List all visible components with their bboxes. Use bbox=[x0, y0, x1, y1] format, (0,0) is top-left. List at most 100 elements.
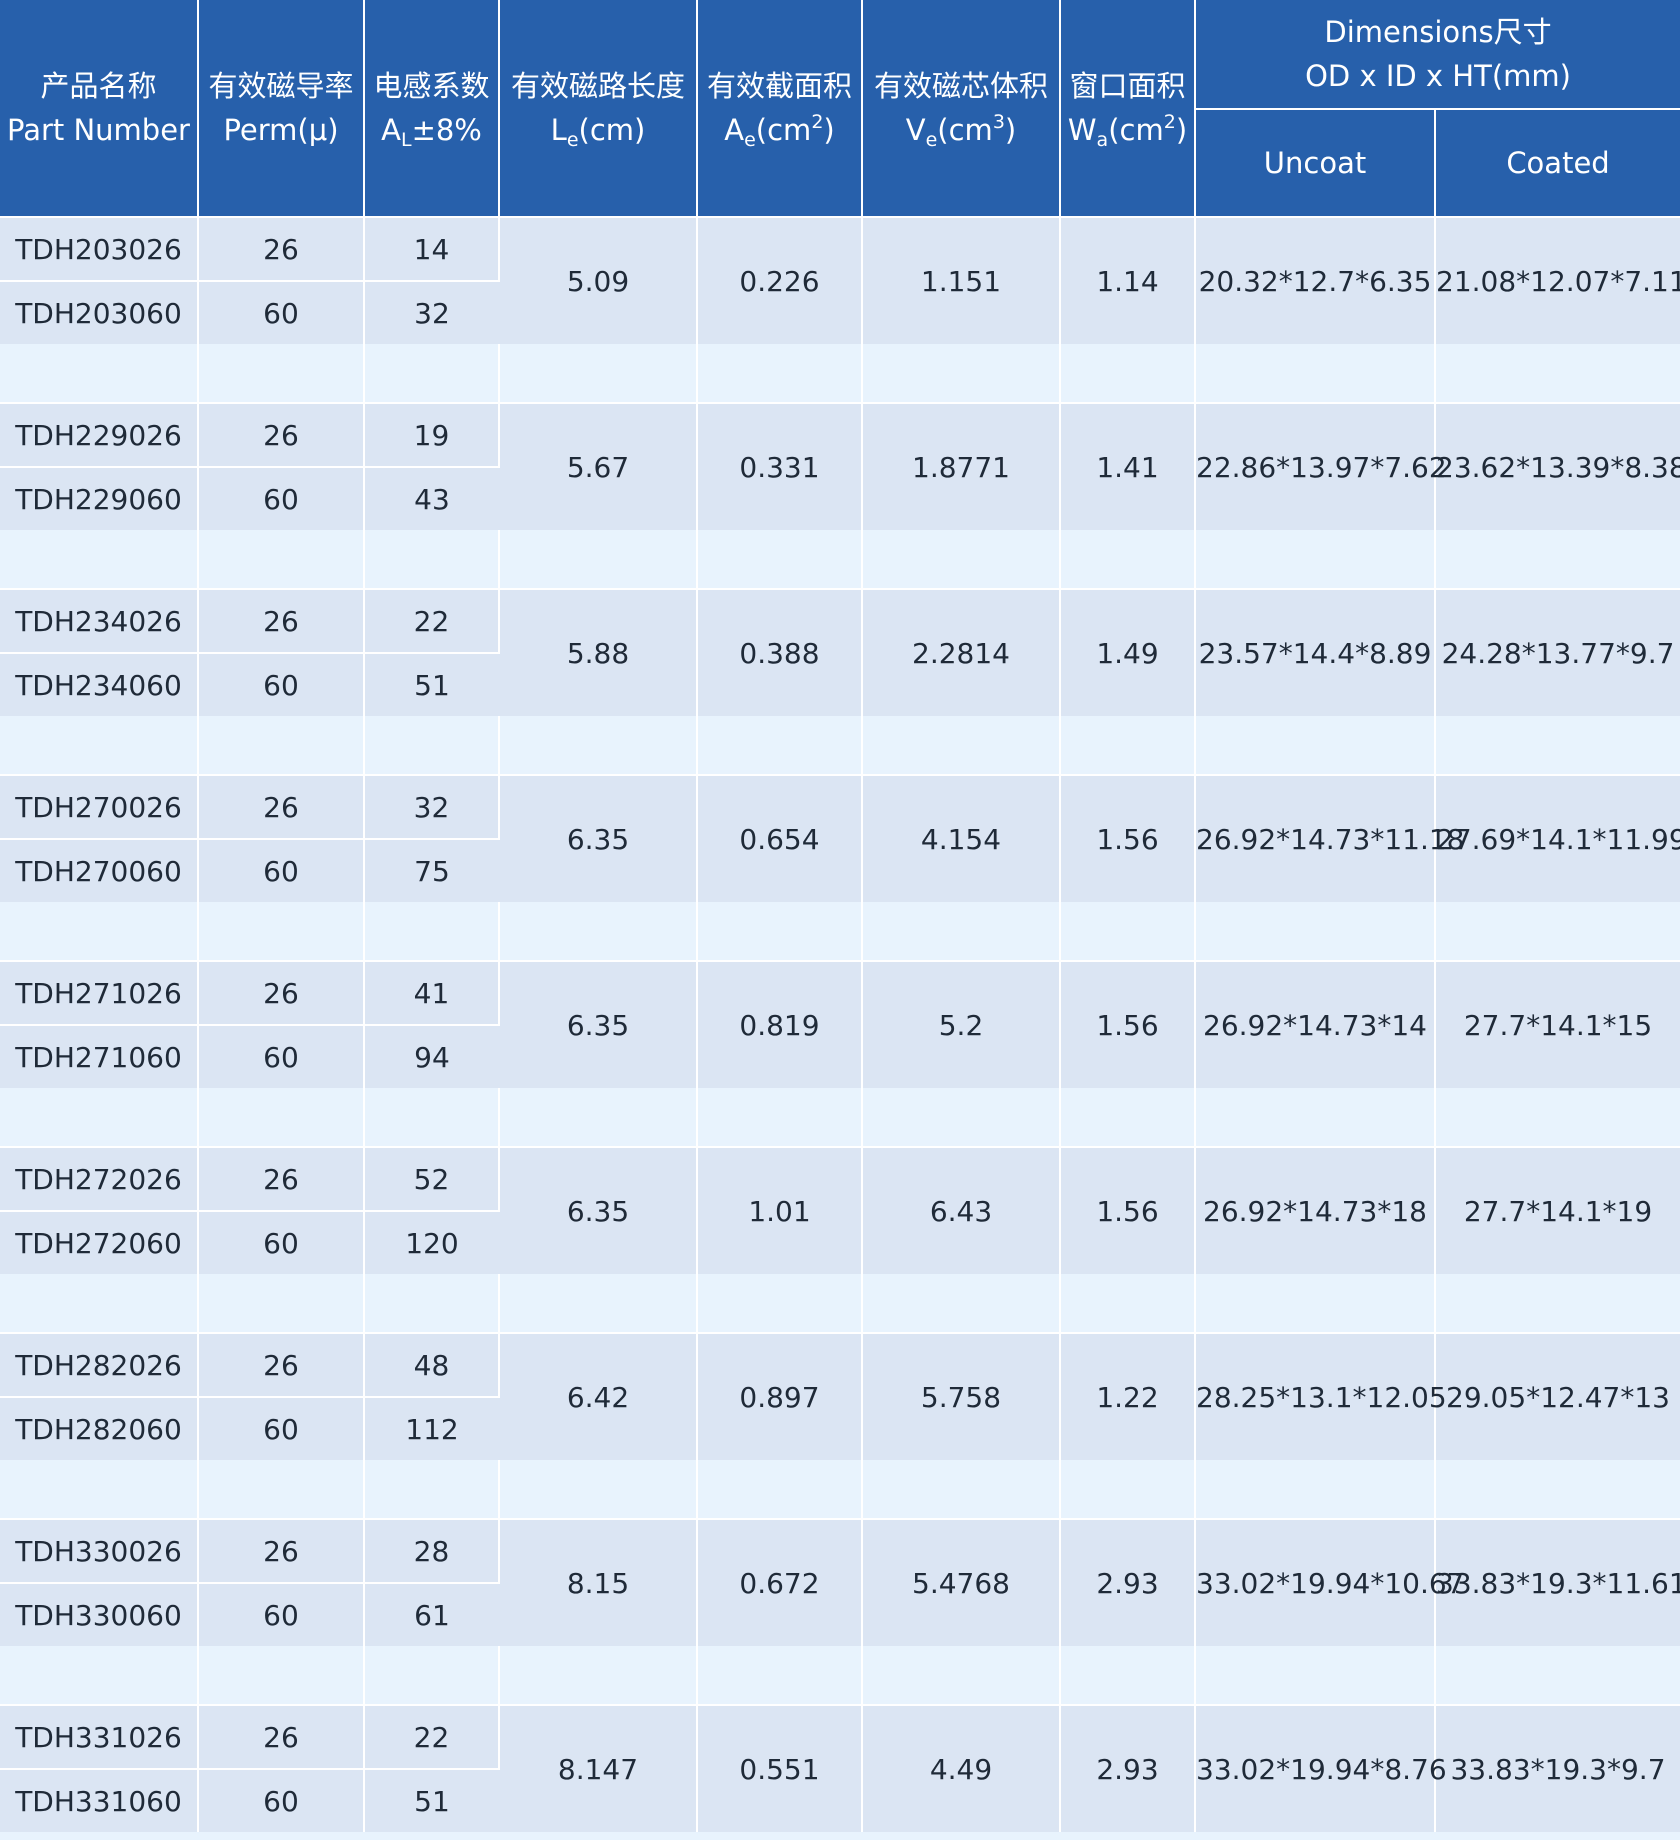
spacer-row bbox=[0, 716, 1680, 775]
part-number-cell: TDH330060 bbox=[0, 1583, 199, 1646]
spacer-cell bbox=[364, 344, 500, 403]
header-text: Perm(μ) bbox=[223, 113, 339, 147]
spacer-row bbox=[0, 344, 1680, 403]
coated-dimensions-cell: 27.69*14.1*11.99 bbox=[1435, 774, 1680, 902]
part-number-cell: TDH270060 bbox=[0, 839, 199, 902]
ve-cell: 4.49 bbox=[862, 1704, 1061, 1832]
spacer-cell bbox=[364, 1274, 500, 1333]
al-cell: 112 bbox=[364, 1397, 499, 1460]
spacer-row bbox=[0, 1646, 1680, 1705]
part-number-cell: TDH270026 bbox=[0, 774, 199, 840]
spacer-cell bbox=[1435, 1646, 1680, 1705]
ve-cell: 4.154 bbox=[862, 774, 1061, 902]
al-cell: 75 bbox=[364, 839, 499, 902]
header-text: OD x ID x HT(mm) bbox=[1305, 59, 1571, 93]
part-number-cell: TDH234060 bbox=[0, 653, 199, 716]
spacer-cell bbox=[364, 530, 500, 589]
al-cell: 94 bbox=[364, 1025, 499, 1088]
spacer-cell bbox=[1195, 1088, 1436, 1147]
spacer-cell bbox=[1060, 344, 1196, 403]
spacer-cell bbox=[364, 1088, 500, 1147]
spacer-cell bbox=[198, 1460, 365, 1519]
perm-cell: 26 bbox=[198, 216, 365, 282]
coated-dimensions-cell: 33.83*19.3*9.7 bbox=[1435, 1704, 1680, 1832]
uncoat-dimensions-cell: 26.92*14.73*18 bbox=[1195, 1146, 1436, 1274]
ae-cell: 0.654 bbox=[697, 774, 863, 902]
col-header-uncoat: Uncoat bbox=[1195, 109, 1436, 218]
spacer-cell bbox=[697, 530, 863, 589]
table-row: TDH330026 26 28 8.15 0.672 5.4768 2.93 33.02*19… bbox=[0, 1518, 1680, 1646]
header-text: 产品名称 bbox=[40, 69, 157, 103]
spacer-cell bbox=[1435, 1274, 1680, 1333]
spacer-cell bbox=[499, 902, 698, 961]
col-header-coated: Coated bbox=[1435, 109, 1680, 218]
le-cell: 6.35 bbox=[499, 960, 698, 1088]
part-number-cell: TDH331060 bbox=[0, 1769, 199, 1832]
spacer-cell bbox=[1195, 530, 1436, 589]
spacer-cell bbox=[364, 1646, 500, 1705]
spacer-row bbox=[0, 530, 1680, 589]
spacer-cell bbox=[198, 902, 365, 961]
col-header-wa: 窗口面积 Wa(cm2) bbox=[1060, 0, 1196, 218]
le-cell: 6.42 bbox=[499, 1332, 698, 1460]
spacer-cell bbox=[198, 1274, 365, 1333]
table-row: TDH271026 26 41 6.35 0.819 5.2 1.56 26.92*14.73… bbox=[0, 960, 1680, 1088]
perm-cell: 26 bbox=[198, 1332, 365, 1398]
table-row: TDH229026 26 19 5.67 0.331 1.8771 1.41 22.86*13… bbox=[0, 402, 1680, 530]
coated-dimensions-cell: 33.83*19.3*11.61 bbox=[1435, 1518, 1680, 1646]
al-cell: 52 bbox=[364, 1146, 500, 1212]
spacer-cell bbox=[0, 902, 199, 961]
spacer-cell bbox=[499, 716, 698, 775]
al-cell: 120 bbox=[364, 1211, 499, 1274]
le-cell: 6.35 bbox=[499, 774, 698, 902]
coated-dimensions-cell: 27.7*14.1*15 bbox=[1435, 960, 1680, 1088]
part-number-cell: TDH282060 bbox=[0, 1397, 199, 1460]
spacer-cell bbox=[1060, 1646, 1196, 1705]
spacer-cell bbox=[1195, 902, 1436, 961]
ve-cell: 5.758 bbox=[862, 1332, 1061, 1460]
uncoat-dimensions-cell: 33.02*19.94*10.67 bbox=[1195, 1518, 1464, 1646]
spacer-cell bbox=[1060, 716, 1196, 775]
part-number-cell: TDH229026 bbox=[0, 402, 199, 468]
spacer-cell bbox=[1060, 902, 1196, 961]
spacer-cell bbox=[862, 344, 1061, 403]
spacer-cell bbox=[0, 1274, 199, 1333]
spacer-cell bbox=[1195, 1646, 1436, 1705]
part-number-cell: TDH271060 bbox=[0, 1025, 199, 1088]
spacer-cell bbox=[499, 530, 698, 589]
spacer-cell bbox=[1195, 344, 1436, 403]
ae-cell: 0.388 bbox=[697, 588, 863, 716]
spacer-cell bbox=[198, 1646, 365, 1705]
table-body: TDH203026 26 14 5.09 0.226 1.151 1.14 20.32*12.… bbox=[0, 216, 1680, 1832]
spacer-cell bbox=[1195, 1460, 1436, 1519]
spacer-cell bbox=[0, 344, 199, 403]
spacer-cell bbox=[499, 344, 698, 403]
al-cell: 22 bbox=[364, 588, 500, 654]
uncoat-dimensions-cell: 33.02*19.94*8.76 bbox=[1195, 1704, 1447, 1832]
spacer-cell bbox=[198, 1088, 365, 1147]
uncoat-dimensions-cell: 22.86*13.97*7.62 bbox=[1195, 402, 1447, 530]
spacer-cell bbox=[198, 344, 365, 403]
al-cell: 14 bbox=[364, 216, 500, 282]
header-text: 有效磁路长度 bbox=[510, 69, 685, 103]
perm-cell: 60 bbox=[198, 1583, 365, 1646]
spacer-row bbox=[0, 1274, 1680, 1333]
al-cell: 51 bbox=[364, 653, 499, 716]
spacer-cell bbox=[1195, 1274, 1436, 1333]
spacer-cell bbox=[1435, 1460, 1680, 1519]
spacer-cell bbox=[862, 1088, 1061, 1147]
ve-cell: 2.2814 bbox=[862, 588, 1061, 716]
table-row: TDH272026 26 52 6.35 1.01 6.43 1.56 26.92*14.73… bbox=[0, 1146, 1680, 1274]
perm-cell: 60 bbox=[198, 467, 365, 530]
spacer-cell bbox=[697, 1274, 863, 1333]
perm-cell: 26 bbox=[198, 1518, 365, 1584]
spacer-cell bbox=[862, 1460, 1061, 1519]
spacer-cell bbox=[499, 1274, 698, 1333]
coated-dimensions-cell: 21.08*12.07*7.11 bbox=[1435, 216, 1680, 344]
perm-cell: 60 bbox=[198, 839, 365, 902]
perm-cell: 26 bbox=[198, 960, 365, 1026]
al-cell: 22 bbox=[364, 1704, 500, 1770]
perm-cell: 26 bbox=[198, 588, 365, 654]
header-formula: Ae(cm2) bbox=[724, 111, 835, 151]
wa-cell: 1.56 bbox=[1060, 1146, 1196, 1274]
